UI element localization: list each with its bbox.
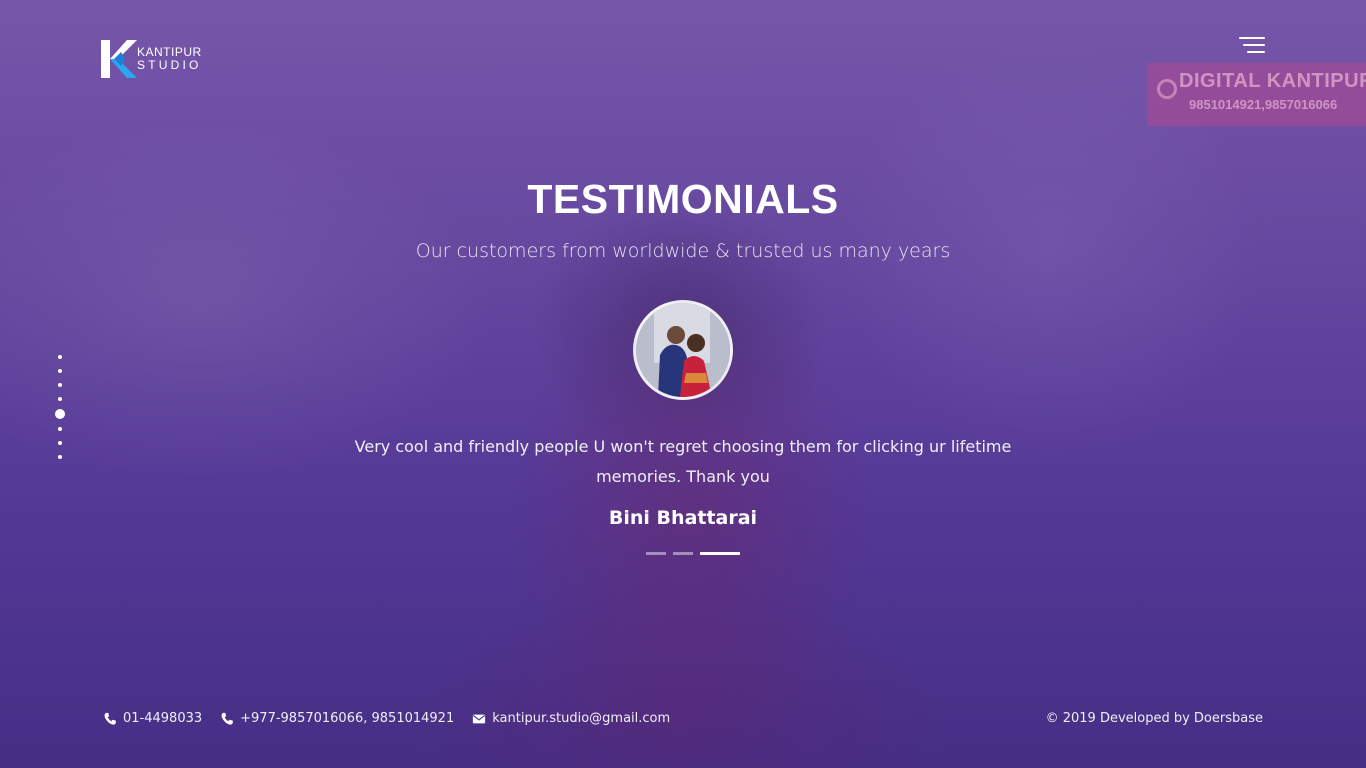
section-subtitle: Our customers from worldwide & trusted u… (415, 240, 951, 262)
kantipur-logo-icon (101, 40, 137, 78)
footer-contacts: 01-4498033 +977-9857016066, 9851014921 k… (103, 711, 688, 726)
footer-copyright: © 2019 Developed by Doersbase (1045, 711, 1263, 726)
testimonial-quote: Very cool and friendly people U won't re… (354, 437, 1012, 486)
section-nav-dot[interactable] (58, 397, 62, 401)
logo-text: KANTIPUR STUDIO (137, 46, 202, 72)
section-nav-dot[interactable] (58, 355, 62, 359)
pagination-dot[interactable] (673, 552, 693, 555)
footer-phone-text: 01-4498033 (123, 711, 203, 726)
section-nav-dot[interactable] (58, 383, 62, 387)
footer-email[interactable]: kantipur.studio@gmail.com (472, 711, 670, 726)
pagination-dot[interactable] (646, 552, 666, 555)
footer-phone[interactable]: 01-4498033 (103, 711, 202, 726)
section-nav-dot-active[interactable] (55, 409, 65, 419)
phone-icon (221, 712, 233, 725)
section-title: TESTIMONIALS (527, 176, 839, 222)
logo-link[interactable]: KANTIPUR STUDIO (101, 40, 202, 78)
footer-email-text: kantipur.studio@gmail.com (492, 711, 671, 726)
section-nav-dot[interactable] (58, 441, 62, 445)
testimonial-pagination (646, 552, 740, 555)
envelope-icon (473, 714, 486, 723)
hamburger-menu-icon[interactable] (1239, 37, 1265, 55)
watermark-title: DIGITAL KANTIPUR (1179, 70, 1366, 92)
phone-icon (104, 712, 116, 725)
footer-mobile-text: +977-9857016066, 9851014921 (240, 711, 455, 726)
testimonial-avatar (633, 300, 733, 400)
footer-mobile[interactable]: +977-9857016066, 9851014921 (220, 711, 454, 726)
section-nav-dot[interactable] (58, 427, 62, 431)
pagination-dot-active[interactable] (700, 552, 740, 555)
watermark-logo-icon (1157, 79, 1177, 99)
section-nav-dot[interactable] (58, 369, 62, 373)
testimonial-author: Bini Bhattarai (608, 507, 758, 529)
photo-watermark: DIGITAL KANTIPUR 9851014921,9857016066 (1147, 63, 1366, 126)
watermark-phone: 9851014921,9857016066 (1189, 97, 1338, 112)
section-nav-dot[interactable] (58, 455, 62, 459)
section-nav-dots (55, 355, 65, 469)
logo-line2: STUDIO (137, 58, 202, 72)
